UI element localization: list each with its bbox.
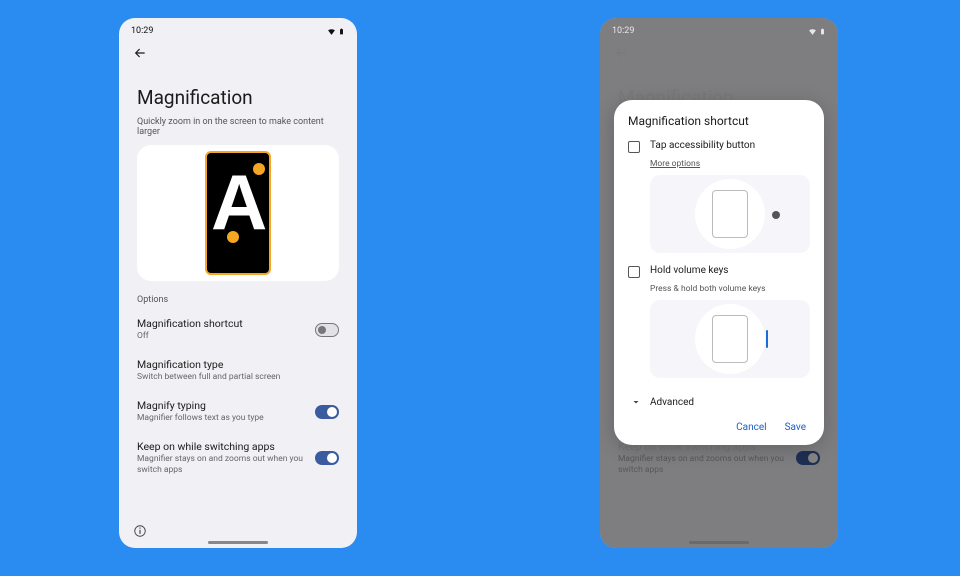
battery-icon	[338, 27, 345, 36]
phone-screen-left: 10:29 Magnification Quickly zoom in on t…	[119, 18, 357, 548]
option-description: Press & hold both volume keys	[650, 284, 810, 294]
row-magnification-type[interactable]: Magnification type Switch between full a…	[119, 350, 357, 391]
row-subtitle: Magnifier stays on and zooms out when yo…	[137, 454, 305, 476]
save-button[interactable]: Save	[785, 422, 806, 433]
switch-shortcut[interactable]	[315, 323, 339, 337]
dialog-title: Magnification shortcut	[628, 114, 810, 128]
chevron-down-icon	[630, 396, 642, 408]
battery-icon	[819, 27, 826, 36]
hero-card: A	[137, 145, 339, 281]
illustration-accessibility-button	[650, 175, 810, 253]
status-bar: 10:29	[119, 22, 357, 40]
status-time: 10:29	[131, 26, 153, 36]
options-label: Options	[119, 291, 357, 309]
phone-screen-right: 10:29 Magnification Quickly zoom in on t…	[600, 18, 838, 548]
row-title: Magnification shortcut	[137, 317, 305, 330]
advanced-expand[interactable]: Advanced	[628, 390, 810, 414]
status-icons	[808, 27, 826, 36]
checkbox-icon[interactable]	[628, 141, 640, 153]
dialog-actions: Cancel Save	[628, 414, 810, 435]
row-subtitle: Switch between full and partial screen	[137, 372, 339, 383]
dialog-magnification-shortcut: Magnification shortcut Tap accessibility…	[614, 100, 824, 445]
arrow-left-icon	[133, 46, 147, 60]
cancel-button[interactable]: Cancel	[736, 422, 766, 433]
option-tap-accessibility[interactable]: Tap accessibility button	[628, 140, 810, 153]
status-bar: 10:29	[600, 22, 838, 40]
row-keep-on[interactable]: Keep on while switching apps Magnifier s…	[119, 432, 357, 484]
status-icons	[327, 27, 345, 36]
nav-bar[interactable]	[208, 541, 268, 544]
switch-typing[interactable]	[315, 405, 339, 419]
hero-illustration: A	[205, 151, 271, 275]
option-label: Tap accessibility button	[650, 140, 755, 151]
page-subtitle: Quickly zoom in on the screen to make co…	[119, 117, 357, 145]
row-title: Magnification type	[137, 358, 339, 371]
switch-keep[interactable]	[315, 451, 339, 465]
row-magnify-typing[interactable]: Magnify typing Magnifier follows text as…	[119, 391, 357, 432]
more-options-link[interactable]: More options	[650, 159, 810, 169]
row-subtitle: Off	[137, 331, 305, 342]
row-title: Keep on while switching apps	[137, 440, 305, 453]
option-hold-volume[interactable]: Hold volume keys	[628, 265, 810, 278]
checkbox-icon[interactable]	[628, 266, 640, 278]
advanced-label: Advanced	[650, 397, 694, 408]
back-button[interactable]	[119, 40, 357, 70]
info-icon[interactable]	[133, 524, 147, 538]
status-time: 10:29	[612, 26, 634, 36]
wifi-icon	[327, 27, 336, 36]
wifi-icon	[808, 27, 817, 36]
row-subtitle: Magnifier follows text as you type	[137, 413, 305, 424]
illustration-volume-keys	[650, 300, 810, 378]
option-label: Hold volume keys	[650, 265, 728, 276]
page-title: Magnification	[119, 70, 357, 117]
row-magnification-shortcut[interactable]: Magnification shortcut Off	[119, 309, 357, 350]
row-title: Magnify typing	[137, 399, 305, 412]
